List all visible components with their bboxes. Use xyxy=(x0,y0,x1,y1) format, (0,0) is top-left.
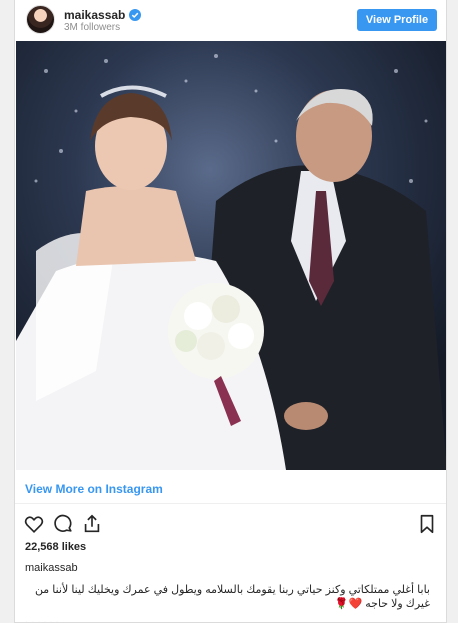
share-icon[interactable] xyxy=(81,513,103,535)
like-count[interactable]: 22,568 likes xyxy=(25,541,86,553)
avatar[interactable] xyxy=(26,5,55,34)
verified-badge-icon xyxy=(129,9,142,21)
follower-count: 3M followers xyxy=(64,22,121,33)
caption-username[interactable]: maikassab xyxy=(25,562,78,574)
caption-line: غيرك ولا حاجه ❤️🌹 xyxy=(334,598,430,610)
instagram-embed: maikassab 3M followers View Profile View… xyxy=(14,0,447,623)
view-more-link[interactable]: View More on Instagram xyxy=(25,482,163,496)
post-header: maikassab 3M followers View Profile xyxy=(15,0,446,40)
comment-icon[interactable] xyxy=(52,513,74,535)
caption-line: بابا أغلي ممتلكاتي وكنز حياتي ربنا يقومك… xyxy=(34,584,430,596)
username[interactable]: maikassab xyxy=(64,8,125,22)
bookmark-icon[interactable] xyxy=(416,513,438,535)
wedding-photo xyxy=(16,41,446,470)
post-photo[interactable] xyxy=(16,41,446,470)
comments-hint: · · · · · · xyxy=(25,617,59,623)
divider xyxy=(15,503,446,504)
action-bar xyxy=(15,509,446,537)
view-profile-button[interactable]: View Profile xyxy=(357,9,437,31)
heart-icon[interactable] xyxy=(23,513,45,535)
caption-text: بابا أغلي ممتلكاتي وكنز حياتي ربنا يقومك… xyxy=(30,583,430,611)
username-row[interactable]: maikassab xyxy=(64,8,142,22)
